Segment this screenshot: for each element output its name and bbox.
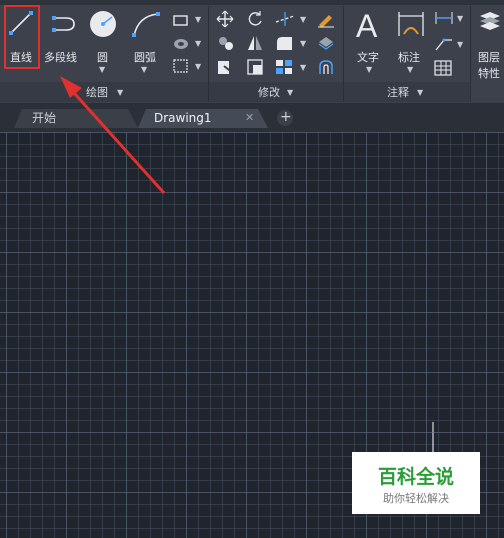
add-tab-button[interactable]: + <box>280 107 292 127</box>
layer-properties-icon[interactable] <box>478 10 502 44</box>
text-glyph: A <box>356 8 378 44</box>
ribbon-tab-strip <box>0 0 504 5</box>
linear-dimension-icon[interactable] <box>434 10 454 30</box>
dimension-icon[interactable] <box>396 10 426 44</box>
move-icon[interactable] <box>216 10 234 32</box>
polyline-icon[interactable] <box>50 10 80 42</box>
dimension-button-label[interactable]: 标注 <box>398 49 420 65</box>
offset-icon[interactable] <box>316 58 336 80</box>
draw-group-caret[interactable]: ▼ <box>117 88 123 97</box>
dimension-dropdown-caret[interactable]: ▼ <box>407 65 413 74</box>
annotation-group-label[interactable]: 注释 <box>387 84 409 100</box>
watermark-title: 百科全说 <box>377 466 454 488</box>
text-dropdown-caret[interactable]: ▼ <box>366 65 372 74</box>
linear-dimension-caret[interactable]: ▼ <box>457 14 463 23</box>
mirror-icon[interactable] <box>246 34 264 56</box>
tab-start[interactable]: 开始 <box>32 108 56 128</box>
circle-button-label[interactable]: 圆 <box>97 49 108 65</box>
ribbon: 直线 多段线 圆 ▼ 圆弧 ▼ ▼ ▼ ▼ 绘图 ▼ ▼ ▼ ▼ 修改 ▼ A … <box>0 0 504 104</box>
annotation-group-caret[interactable]: ▼ <box>417 88 423 97</box>
arc-icon[interactable] <box>130 10 162 42</box>
stretch-icon[interactable] <box>216 58 236 80</box>
watermark-subtitle: 助你轻松解决 <box>383 492 449 505</box>
leader-dropdown-caret[interactable]: ▼ <box>457 40 463 49</box>
watermark-badge: 百科全说 助你轻松解决 <box>352 452 480 514</box>
copy-icon[interactable] <box>216 34 236 56</box>
leader-icon[interactable] <box>434 36 454 56</box>
trim-icon[interactable] <box>274 10 296 32</box>
gradient-dropdown-caret[interactable]: ▼ <box>195 62 201 71</box>
text-button-label[interactable]: 文字 <box>357 49 379 65</box>
rectangle-dropdown-caret[interactable]: ▼ <box>195 15 201 24</box>
hatch-dropdown-caret[interactable]: ▼ <box>195 39 201 48</box>
scale-icon[interactable] <box>246 58 264 80</box>
circle-dropdown-caret[interactable]: ▼ <box>99 65 105 74</box>
tab-drawing1[interactable]: Drawing1 <box>154 108 212 128</box>
array-icon[interactable] <box>274 58 296 80</box>
modify-group-label[interactable]: 修改 <box>258 84 280 100</box>
rotate-icon[interactable] <box>246 10 264 32</box>
annotation-group-separator <box>470 6 471 102</box>
draw-group-label[interactable]: 绘图 <box>86 84 108 100</box>
table-icon[interactable] <box>434 60 452 80</box>
text-icon[interactable]: A <box>356 8 377 45</box>
rectangle-icon[interactable] <box>172 12 190 31</box>
explode-icon[interactable] <box>316 34 336 56</box>
line-button-highlight <box>4 5 40 69</box>
layer-properties-label-line2[interactable]: 特性 <box>478 65 500 81</box>
erase-icon[interactable] <box>316 10 336 32</box>
modify-group-caret[interactable]: ▼ <box>287 88 293 97</box>
fillet-icon[interactable] <box>274 34 296 56</box>
layer-properties-label-line1[interactable]: 图层 <box>478 49 500 65</box>
arc-dropdown-caret[interactable]: ▼ <box>141 65 147 74</box>
hatch-icon[interactable] <box>172 36 190 55</box>
fillet-dropdown-caret[interactable]: ▼ <box>300 39 306 48</box>
arc-button-label[interactable]: 圆弧 <box>134 49 156 65</box>
trim-dropdown-caret[interactable]: ▼ <box>300 15 306 24</box>
close-icon[interactable]: ✕ <box>245 108 254 128</box>
polyline-button-label[interactable]: 多段线 <box>44 49 77 65</box>
gradient-icon[interactable] <box>172 58 190 78</box>
circle-icon[interactable] <box>88 8 118 44</box>
array-dropdown-caret[interactable]: ▼ <box>300 63 306 72</box>
